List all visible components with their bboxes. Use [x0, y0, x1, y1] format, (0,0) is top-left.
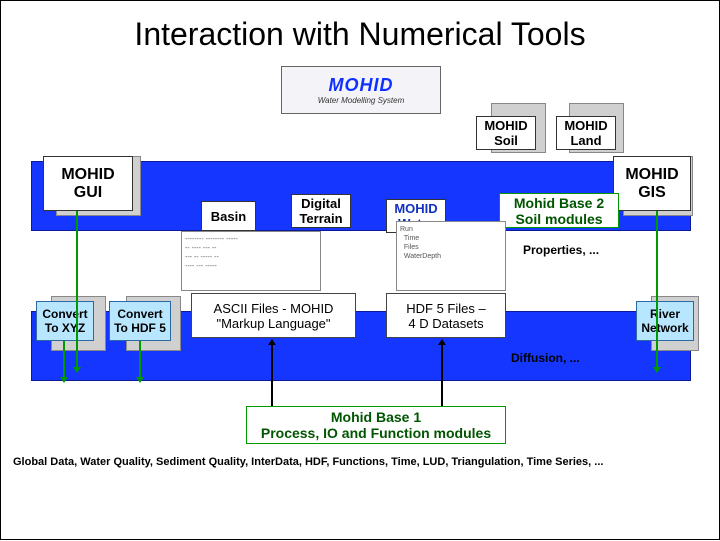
- file-format-hdf: HDF 5 Files – 4 D Datasets: [386, 293, 506, 338]
- label-mohid-base2: Mohid Base 2Soil modules: [499, 193, 619, 228]
- mohid-logo: MOHID Water Modelling System: [281, 66, 441, 114]
- diagram-canvas: MOHID Water Modelling System MOHIDSoil M…: [1, 61, 720, 541]
- arrow-gui-down: [76, 211, 78, 371]
- hdf-line1: HDF 5 Files –: [391, 301, 501, 316]
- arrow-ascii-link: [271, 341, 273, 411]
- arrow-xyz-down: [63, 341, 65, 381]
- module-mohid-gis: MOHIDGIS: [613, 156, 691, 211]
- label-properties: Properties, ...: [523, 243, 599, 257]
- bottom-module-list: Global Data, Water Quality, Sediment Qua…: [13, 456, 713, 468]
- module-convert-xyz: ConvertTo XYZ: [36, 301, 94, 341]
- module-river-network: RiverNetwork: [636, 301, 694, 341]
- module-mohid-soil: MOHIDSoil: [476, 116, 536, 150]
- page-title: Interaction with Numerical Tools: [1, 1, 719, 58]
- ascii-line1: ASCII Files - MOHID: [196, 301, 351, 316]
- module-digital-terrain: DigitalTerrain: [291, 194, 351, 228]
- hdf-tree-mock: Run Time Files WaterDepth: [396, 221, 506, 291]
- file-format-ascii: ASCII Files - MOHID "Markup Language": [191, 293, 356, 338]
- module-mohid-land: MOHIDLand: [556, 116, 616, 150]
- module-mohid-gui: MOHIDGUI: [43, 156, 133, 211]
- arrow-hdf5-down: [139, 341, 141, 381]
- label-mohid-base1: Mohid Base 1Process, IO and Function mod…: [246, 406, 506, 444]
- hdf-line2: 4 D Datasets: [391, 316, 501, 331]
- arrow-hdf-link: [441, 341, 443, 411]
- ascii-snippet-mock: -------- -------- ----- -- ---- --- -- -…: [181, 231, 321, 291]
- ascii-line2: "Markup Language": [196, 316, 351, 331]
- logo-sub-text: Water Modelling System: [318, 96, 405, 105]
- logo-main-text: MOHID: [329, 75, 394, 96]
- module-convert-hdf5: ConvertTo HDF 5: [109, 301, 171, 341]
- arrow-gis-down: [656, 211, 658, 371]
- label-diffusion: Diffusion, ...: [511, 351, 580, 365]
- module-basin: Basin: [201, 201, 256, 231]
